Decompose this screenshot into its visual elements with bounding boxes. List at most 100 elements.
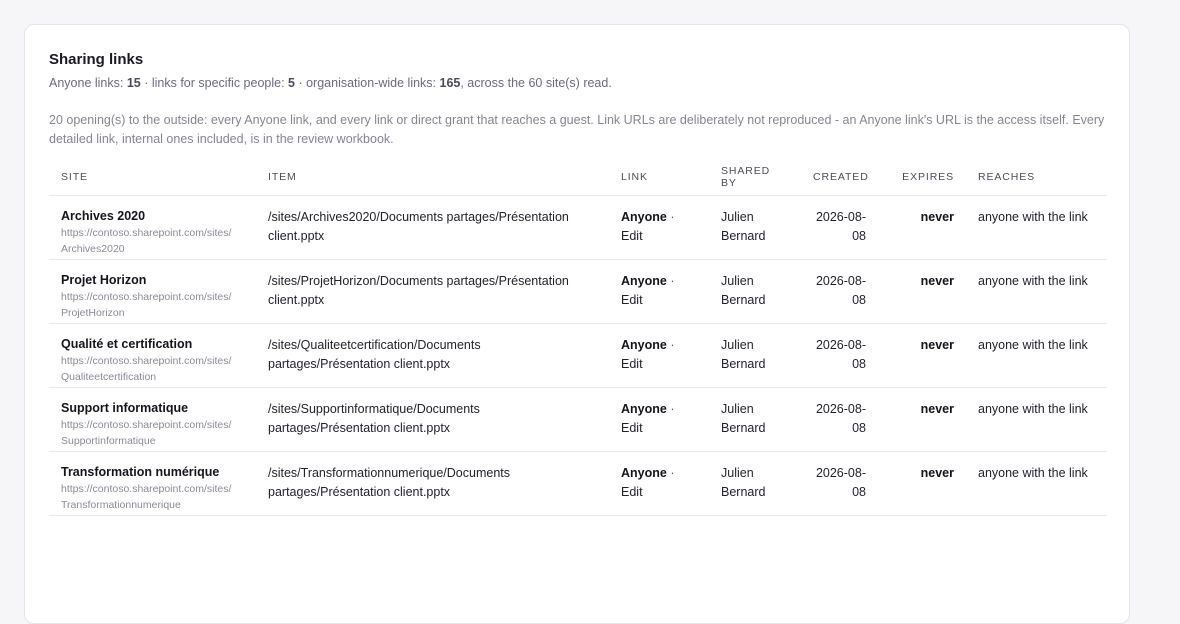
link-separator: · [666, 274, 675, 288]
site-url-part: https://contoso.sharepoint.com/sites/ [61, 419, 232, 431]
site-url-part: https://contoso.sharepoint.com/sites/ [61, 291, 232, 303]
links-summary: Anyone links: 15 · links for specific pe… [49, 75, 1105, 91]
link-cell: Anyone · Edit [609, 323, 709, 388]
column-header-created[interactable]: CREATED [801, 159, 878, 196]
site-url-part: https://contoso.sharepoint.com/sites/ [61, 227, 232, 239]
link-separator: · [666, 402, 675, 416]
link-cell: Anyone · Edit [609, 259, 709, 324]
link-cell: Anyone · Edit [609, 451, 709, 516]
shared-by: Julien Bernard [709, 387, 801, 452]
link-cell: Anyone · Edit [609, 387, 709, 452]
panel-title: Sharing links [49, 51, 144, 68]
link-kind: Anyone [621, 274, 667, 288]
reaches: anyone with the link [966, 195, 1107, 260]
site-cell: Qualité et certification https://contoso… [49, 323, 256, 388]
created-date: 2026-08-08 [801, 323, 878, 388]
site-url-part: https://contoso.sharepoint.com/sites/ [61, 355, 232, 367]
site-cell: Transformation numérique https://contoso… [49, 451, 256, 516]
expires-cell: never [878, 323, 966, 388]
link-kind: Anyone [621, 210, 667, 224]
site-name: Transformation numérique [61, 465, 220, 479]
item-path: /sites/Supportinformatique/Documents par… [256, 387, 609, 452]
shared-by: Julien Bernard [709, 259, 801, 324]
link-permission: Edit [621, 421, 643, 435]
column-header-shared-by[interactable]: SHARED BY [709, 159, 801, 196]
shared-by: Julien Bernard [709, 323, 801, 388]
site-url[interactable]: https://contoso.sharepoint.com/sites/Sup… [61, 417, 244, 449]
item-path: /sites/Archives2020/Documents partages/P… [256, 195, 609, 260]
reaches: anyone with the link [966, 259, 1107, 324]
site-url[interactable]: https://contoso.sharepoint.com/sites/Tra… [61, 481, 244, 513]
link-separator: · [666, 466, 675, 480]
expires-cell: never [878, 195, 966, 260]
site-cell: Projet Horizon https://contoso.sharepoin… [49, 259, 256, 324]
item-path: /sites/Qualiteetcertification/Documents … [256, 323, 609, 388]
org-links-label: · organisation-wide links: [294, 76, 440, 90]
table-row: Transformation numérique https://contoso… [49, 451, 1107, 516]
column-header-site[interactable]: SITE [49, 159, 256, 196]
site-url[interactable]: https://contoso.sharepoint.com/sites/Arc… [61, 225, 244, 257]
shared-by: Julien Bernard [709, 451, 801, 516]
sharing-links-card: Sharing links Anyone links: 15 · links f… [24, 24, 1130, 624]
org-links-count: 165 [439, 76, 461, 90]
reaches: anyone with the link [966, 451, 1107, 516]
link-permission: Edit [621, 293, 643, 307]
expires-value: never [920, 402, 954, 416]
created-date: 2026-08-08 [801, 387, 878, 452]
site-url-part: Supportinformatique [61, 435, 156, 447]
expires-value: never [920, 466, 954, 480]
link-kind: Anyone [621, 466, 667, 480]
site-url[interactable]: https://contoso.sharepoint.com/sites/Qua… [61, 353, 244, 385]
expires-value: never [920, 274, 954, 288]
item-path: /sites/Transformationnumerique/Documents… [256, 451, 609, 516]
link-permission: Edit [621, 485, 643, 499]
site-cell: Support informatique https://contoso.sha… [49, 387, 256, 452]
table-row: Projet Horizon https://contoso.sharepoin… [49, 259, 1107, 324]
site-url-part: Transformationnumerique [61, 499, 181, 511]
site-url-part: Archives2020 [61, 243, 125, 255]
shared-by: Julien Bernard [709, 195, 801, 260]
table-header-row: SITE ITEM LINK SHARED BY CREATED EXPIRES… [49, 159, 1107, 196]
link-kind: Anyone [621, 402, 667, 416]
site-name: Support informatique [61, 401, 189, 415]
site-name: Qualité et certification [61, 337, 193, 351]
anyone-links-label: Anyone links: [49, 76, 127, 90]
summary-tail: , across the 60 site(s) read. [460, 76, 612, 90]
sharing-links-table: SITE ITEM LINK SHARED BY CREATED EXPIRES… [49, 159, 1107, 516]
expires-cell: never [878, 387, 966, 452]
column-header-item[interactable]: ITEM [256, 159, 609, 196]
site-name: Archives 2020 [61, 209, 146, 223]
site-url[interactable]: https://contoso.sharepoint.com/sites/Pro… [61, 289, 244, 321]
table-row: Archives 2020 https://contoso.sharepoint… [49, 195, 1107, 260]
link-permission: Edit [621, 229, 643, 243]
table-row: Support informatique https://contoso.sha… [49, 387, 1107, 452]
specific-links-count: 5 [288, 76, 295, 90]
link-permission: Edit [621, 357, 643, 371]
site-url-part: https://contoso.sharepoint.com/sites/ [61, 483, 232, 495]
site-cell: Archives 2020 https://contoso.sharepoint… [49, 195, 256, 260]
expires-cell: never [878, 451, 966, 516]
anyone-links-count: 15 [126, 76, 141, 90]
created-date: 2026-08-08 [801, 259, 878, 324]
column-header-reaches[interactable]: REACHES [966, 159, 1107, 196]
created-date: 2026-08-08 [801, 195, 878, 260]
reaches: anyone with the link [966, 323, 1107, 388]
column-header-expires[interactable]: EXPIRES [878, 159, 966, 196]
site-url-part: Qualiteetcertification [61, 371, 157, 383]
link-kind: Anyone [621, 338, 667, 352]
exposure-note: 20 opening(s) to the outside: every Anyo… [49, 113, 1105, 146]
specific-links-label: · links for specific people: [140, 76, 289, 90]
column-header-link[interactable]: LINK [609, 159, 709, 196]
expires-value: never [920, 338, 954, 352]
expires-value: never [920, 210, 954, 224]
link-cell: Anyone · Edit [609, 195, 709, 260]
item-path: /sites/ProjetHorizon/Documents partages/… [256, 259, 609, 324]
site-name: Projet Horizon [61, 273, 147, 287]
reaches: anyone with the link [966, 387, 1107, 452]
expires-cell: never [878, 259, 966, 324]
site-url-part: ProjetHorizon [61, 307, 125, 319]
link-separator: · [666, 210, 675, 224]
table-row: Qualité et certification https://contoso… [49, 323, 1107, 388]
link-separator: · [666, 338, 675, 352]
created-date: 2026-08-08 [801, 451, 878, 516]
